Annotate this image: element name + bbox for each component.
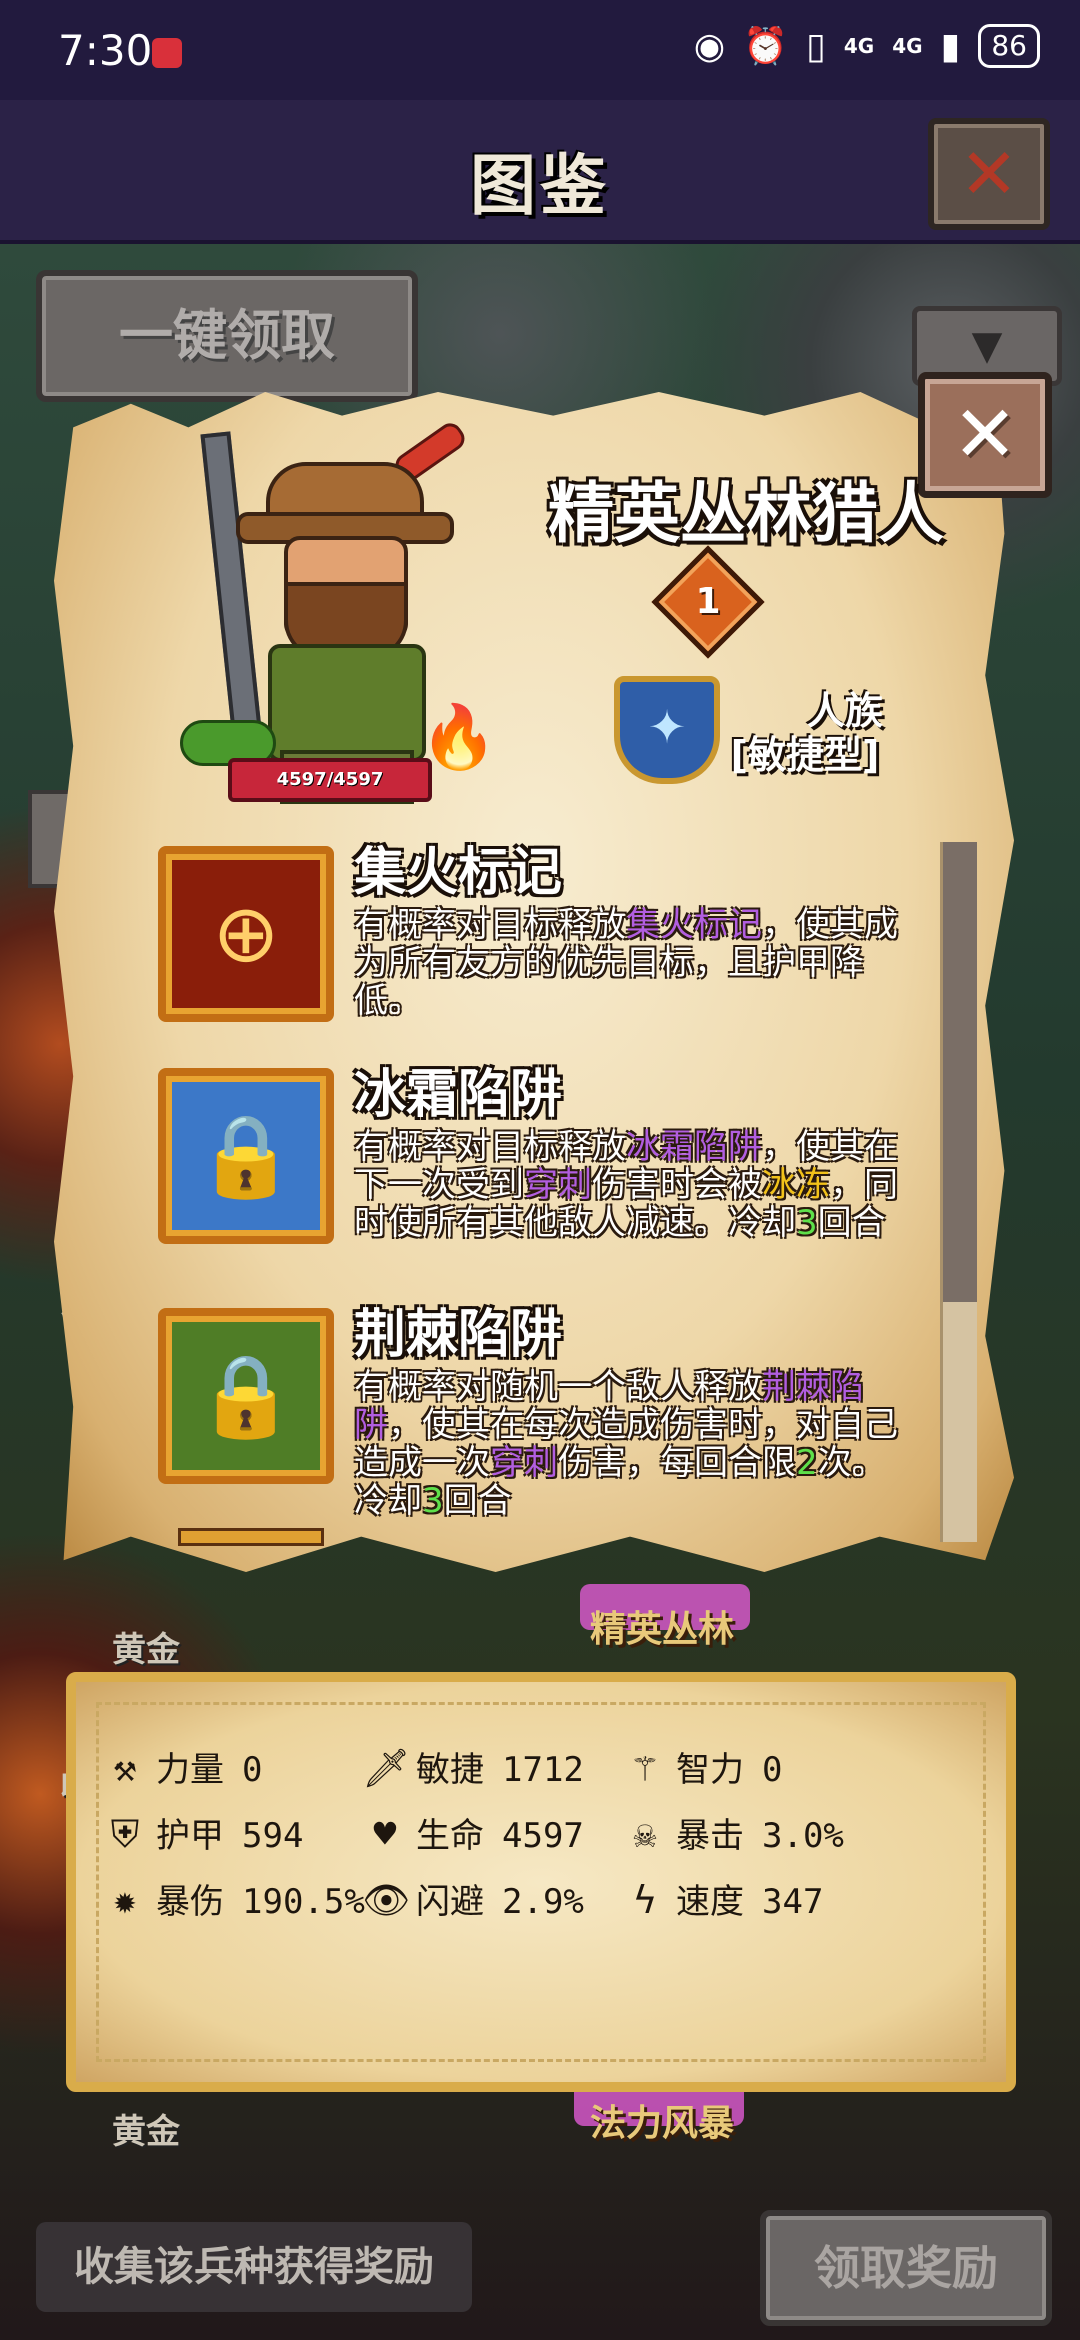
- skill-description: 有概率对目标释放冰霜陷阱，使其在下一次受到穿刺伤害时会被冰冻，同时使所有其他敌人…: [354, 1128, 914, 1242]
- collection-reward-note: 收集该兵种获得奖励: [36, 2222, 472, 2312]
- app-notification-icon: [152, 38, 182, 68]
- staff-icon: ⚚: [633, 1746, 657, 1790]
- crosshair-icon: ⊕: [158, 846, 334, 1022]
- stat-skull: ☠ 暴击 3.0%: [622, 1808, 844, 1857]
- description-text: 有概率对随机一个敌人释放: [354, 1367, 762, 1407]
- claim-reward-label: 领取奖励: [814, 2241, 998, 2295]
- hp-bar: 4597/4597: [228, 758, 432, 802]
- eye-comfort-icon: ◉: [693, 25, 726, 67]
- stat-strength: ⚒ 力量 0: [102, 1742, 263, 1791]
- highlight-term: 3: [422, 1481, 444, 1521]
- network-label-2: 4G: [892, 34, 923, 58]
- vibrate-icon: ▯: [806, 25, 826, 67]
- stat-label: 暴伤: [156, 1882, 224, 1922]
- stat-staff: ⚚ 智力 0: [622, 1742, 783, 1791]
- stat-shield: ⛨ 护甲 594: [102, 1808, 304, 1857]
- scrollbar-thumb[interactable]: [943, 842, 977, 1302]
- stat-sword: 🗡 敏捷 1712: [362, 1742, 584, 1791]
- description-text: 有概率对目标释放: [354, 905, 626, 945]
- burst-icon: ✹: [113, 1878, 137, 1922]
- stat-label: 速度: [676, 1882, 744, 1922]
- page-title: 图鉴: [470, 147, 610, 224]
- stat-label: 暴击: [676, 1816, 744, 1856]
- skill-description: 有概率对目标释放集火标记，使其成为所有友方的优先目标，且护甲降低。: [354, 906, 914, 1020]
- signal-icon: ▮: [940, 25, 961, 67]
- skill-frame-peek: [178, 1528, 324, 1546]
- highlight-term: 2: [796, 1443, 818, 1483]
- heart-icon: ♥: [373, 1812, 397, 1856]
- hp-text: 4597/4597: [276, 769, 384, 790]
- stat-value: 190.5%: [242, 1882, 365, 1922]
- stat-value: 2.9%: [502, 1882, 584, 1922]
- race-shield-icon: ✦: [614, 676, 720, 784]
- highlight-term: 冰霜陷阱: [626, 1127, 762, 1167]
- level-value: 1: [695, 581, 721, 622]
- status-bar: 7:30 ◉ ⏰ ▯ 4G 4G ▮ 86: [0, 0, 1080, 100]
- stat-value: 3.0%: [762, 1816, 844, 1856]
- skull-icon: ☠: [633, 1812, 657, 1856]
- skill-description: 有概率对随机一个敌人释放荆棘陷阱，使其在每次造成伤害时，对自己造成一次穿刺伤害，…: [354, 1368, 914, 1520]
- race-type: [敏捷型]: [730, 733, 880, 777]
- skill-name: 集火标记: [354, 843, 563, 903]
- lightning-icon: ϟ: [633, 1878, 657, 1922]
- stat-label: 智力: [676, 1750, 744, 1790]
- claim-reward-button[interactable]: 领取奖励: [760, 2210, 1052, 2326]
- collection-reward-text: 收集该兵种获得奖励: [74, 2244, 434, 2290]
- eye-icon: 👁: [362, 1878, 411, 1922]
- highlight-term: 穿刺: [490, 1443, 558, 1483]
- close-icon: ✕: [959, 133, 1019, 215]
- strength-icon: ⚒: [113, 1746, 137, 1790]
- stat-label: 力量: [156, 1750, 224, 1790]
- skill-name: 荆棘陷阱: [354, 1305, 563, 1365]
- stat-value: 0: [242, 1750, 263, 1790]
- tier-label: 黄金: [112, 2112, 180, 2152]
- highlight-term: 穿刺: [524, 1165, 592, 1205]
- sword-icon: 🗡: [362, 1746, 411, 1790]
- tier-label: 黄金: [112, 1630, 180, 1670]
- stat-value: 1712: [502, 1750, 584, 1790]
- battery-indicator: 86: [978, 24, 1040, 68]
- description-text: 回合: [817, 1203, 886, 1243]
- stat-label: 护甲: [156, 1816, 224, 1856]
- shield-icon: ⛨: [110, 1812, 140, 1856]
- stat-label: 生命: [416, 1816, 484, 1856]
- stat-eye: 👁 闪避 2.9%: [362, 1874, 584, 1923]
- description-text: 伤害，每回合限: [558, 1443, 796, 1483]
- unit-name: 精英丛林猎人: [548, 475, 944, 552]
- highlight-term: 冰冻: [762, 1165, 830, 1205]
- funnel-icon: ▼: [971, 323, 1003, 369]
- network-label-1: 4G: [843, 34, 875, 58]
- status-time: 7:30: [58, 26, 153, 75]
- stats-panel: ⚒ 力量 0 🗡 敏捷 1712 ⚚ 智力 0 ⛨ 护甲 594 ♥ 生命 4597 ☠ 暴击 3.0% ✹ 暴伤 19…: [66, 1672, 1016, 2092]
- claim-all-button[interactable]: 一键领取: [36, 270, 418, 402]
- stat-value: 0: [762, 1750, 783, 1790]
- skill-name: 冰霜陷阱: [354, 1065, 563, 1125]
- description-text: 有概率对目标释放: [354, 1127, 626, 1167]
- close-button[interactable]: ✕: [928, 118, 1050, 230]
- stat-heart: ♥ 生命 4597: [362, 1808, 584, 1857]
- thorn-lock-icon: 🔒: [158, 1308, 334, 1484]
- highlight-term: 3: [796, 1203, 818, 1243]
- highlight-term: 集火标记: [626, 905, 762, 945]
- status-icons: ◉ ⏰ ▯ 4G 4G ▮ 86: [694, 24, 1040, 68]
- alarm-icon: ⏰: [743, 26, 789, 67]
- claim-all-label: 一键领取: [119, 304, 335, 367]
- stat-value: 4597: [502, 1816, 584, 1856]
- description-text: 回合: [443, 1481, 512, 1521]
- skills-scrollbar[interactable]: [940, 842, 977, 1542]
- stat-value: 594: [242, 1816, 304, 1856]
- stat-label: 闪避: [416, 1882, 484, 1922]
- description-text: 伤害时会被: [592, 1165, 762, 1205]
- hero-body: [268, 644, 426, 762]
- ice-lock-icon: 🔒: [158, 1068, 334, 1244]
- stat-burst: ✹ 暴伤 190.5%: [102, 1874, 365, 1923]
- card-name: 精英丛林: [590, 1609, 735, 1650]
- stat-label: 敏捷: [416, 1750, 484, 1790]
- card-name: 法力风暴: [590, 2103, 735, 2144]
- stat-lightning: ϟ 速度 347: [622, 1874, 824, 1923]
- stat-value: 347: [762, 1882, 824, 1922]
- title-bar: 图鉴 ✕: [0, 100, 1080, 244]
